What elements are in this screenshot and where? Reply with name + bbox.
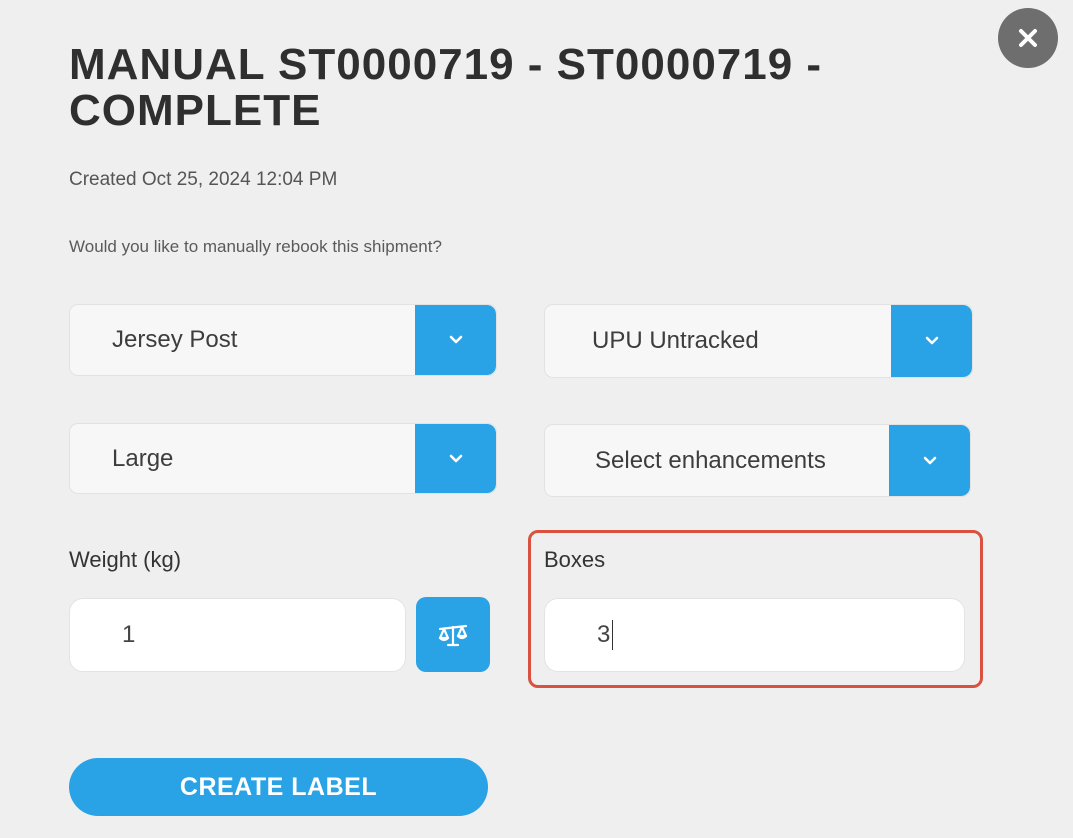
carrier-select[interactable]: Jersey Post [69, 304, 497, 376]
close-button[interactable] [998, 8, 1058, 68]
weight-label: Weight (kg) [69, 547, 182, 572]
created-timestamp: Created Oct 25, 2024 12:04 PM [69, 169, 338, 190]
boxes-input[interactable]: 3 [544, 598, 965, 672]
enhancements-select-toggle[interactable] [889, 425, 970, 496]
service-select-value: UPU Untracked [592, 327, 759, 354]
modal-title: MANUAL ST0000719 - ST0000719 - COMPLETE [69, 40, 823, 135]
rebook-modal: MANUAL ST0000719 - ST0000719 - COMPLETE … [0, 0, 1073, 838]
boxes-label: Boxes [544, 547, 606, 572]
rebook-question: Would you like to manually rebook this s… [69, 237, 442, 256]
service-select[interactable]: UPU Untracked [544, 304, 973, 378]
carrier-select-toggle[interactable] [415, 305, 496, 375]
package-size-select-toggle[interactable] [415, 424, 496, 493]
service-select-toggle[interactable] [891, 305, 972, 377]
package-size-select-value: Large [112, 444, 174, 472]
weight-input[interactable]: 1 [69, 598, 406, 672]
enhancements-select-value: Select enhancements [595, 446, 826, 474]
chevron-down-icon [923, 456, 936, 464]
read-scale-button[interactable] [416, 597, 490, 672]
scale-icon [438, 624, 468, 646]
enhancements-select[interactable]: Select enhancements [544, 424, 971, 497]
text-caret [612, 620, 614, 650]
chevron-down-icon [449, 335, 462, 344]
package-size-select[interactable]: Large [69, 423, 497, 494]
chevron-down-icon [925, 336, 938, 345]
carrier-select-value: Jersey Post [112, 326, 238, 353]
chevron-down-icon [449, 454, 462, 462]
create-label-button[interactable]: CREATE LABEL [69, 758, 488, 816]
weight-input-value: 1 [122, 621, 136, 648]
close-icon [1019, 29, 1037, 47]
boxes-input-value: 3 [597, 621, 611, 648]
